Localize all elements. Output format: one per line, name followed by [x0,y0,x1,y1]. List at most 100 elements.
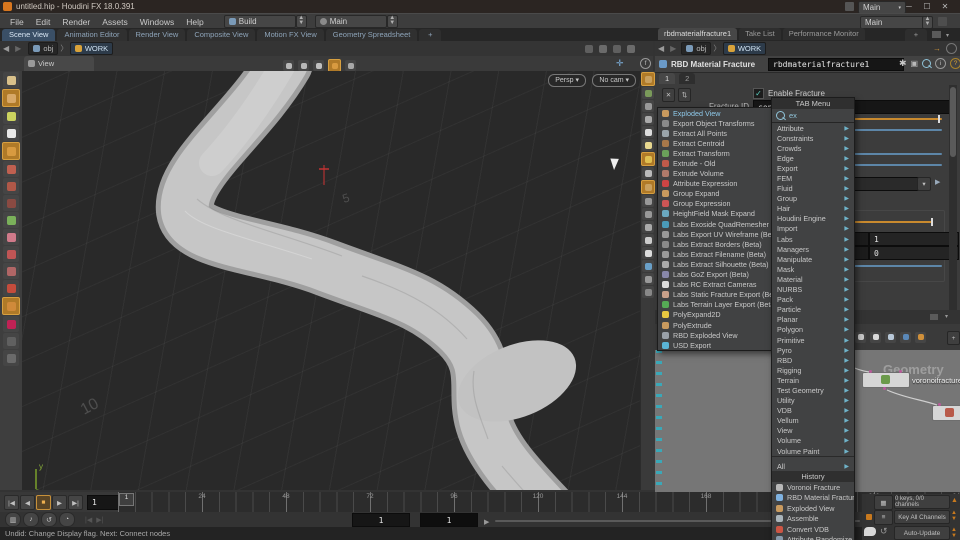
help-flag-icon[interactable]: f [640,58,651,69]
minimize-button[interactable]: ─ [902,2,916,11]
vec1-cell-2[interactable]: 1 [869,232,959,246]
tab-menu-search[interactable]: ex [772,109,854,123]
loop-icon[interactable]: ↺ [41,512,57,527]
menu-help[interactable]: Help [180,17,209,27]
rotate-tool-icon[interactable] [3,108,19,124]
tab-category-nurbs[interactable]: NURBS ▶ [772,285,854,295]
tool-menu-item-heightfield-mask-expand[interactable]: HeightField Mask Expand [658,209,776,219]
history-item-rbd-material-fracture[interactable]: RBD Material Fracture [772,493,854,504]
tab-category-test-geometry[interactable]: Test Geometry ▶ [772,385,854,395]
net-color-icon[interactable] [900,331,911,343]
history-item-convert-vdb[interactable]: Convert VDB [772,524,854,535]
pane-tab-performance-monitor[interactable]: Performance Monitor [782,28,865,40]
message-bubble-icon[interactable] [864,527,876,536]
param-nav-back-icon[interactable]: ◀ [655,44,667,53]
mask-icon[interactable] [641,180,655,194]
menu-edit[interactable]: Edit [30,17,57,27]
tab-render-view[interactable]: Render View [128,29,186,41]
cloth-icon[interactable] [3,246,19,262]
pin-view-icon[interactable] [345,60,356,71]
split-icon[interactable] [613,44,621,53]
tool-menu-item-labs-export-uv-wireframe-beta-[interactable]: Labs Export UV Wireframe (Beta) [658,229,776,239]
key-spinner[interactable]: ▲ ▼ [951,510,957,522]
vec2-cell-2[interactable]: 0 [869,246,959,260]
dopesheet-icon[interactable]: ▦ [874,495,893,510]
pane-tab-take-list[interactable]: Take List [739,28,781,40]
node-name-field[interactable]: rbdmaterialfracture1 [768,58,904,71]
tab-category-utility[interactable]: Utility ▶ [772,396,854,406]
tab-category-fem[interactable]: FEM ▶ [772,173,854,183]
node-input-dot[interactable] [938,403,941,406]
tab-category-attribute[interactable]: Attribute ▶ [772,123,854,133]
param-nav-forward-icon[interactable]: ▶ [667,44,679,53]
shade-icon[interactable] [641,152,655,166]
realtime-icon[interactable]: ◔ [59,512,75,527]
tab-category-export[interactable]: Export ▶ [772,163,854,173]
tool-menu-item-usd-export[interactable]: USD Export [658,340,776,350]
desktop-grid-icon[interactable] [845,2,854,11]
point-icon[interactable] [642,167,654,179]
param-path-root[interactable]: obj [681,42,712,55]
tab-category-fluid[interactable]: Fluid ▶ [772,184,854,194]
tab-category-volume[interactable]: Volume ▶ [772,436,854,446]
pin-arrow-icon[interactable]: → [933,44,941,53]
main-combo[interactable]: Main [314,15,387,28]
node-partial[interactable] [932,403,960,421]
tool-menu-item-group-expression[interactable]: Group Expression [658,199,776,209]
tool-menu-item-labs-static-fracture-export-beta-[interactable]: Labs Static Fracture Export (Beta) [658,290,776,300]
play-button[interactable]: ▶ [52,495,67,510]
tool-menu-item-extrude-volume[interactable]: Extrude Volume [658,169,776,179]
grid-snap-icon[interactable] [642,87,654,99]
swap-view-icon[interactable] [313,60,324,71]
main-spinner[interactable]: ▲ ▼ [386,15,398,28]
node-input-dot[interactable] [869,370,872,373]
nav-back-icon[interactable]: ◀ [0,44,12,53]
tab-composite-view[interactable]: Composite View [187,29,256,41]
tab-scene-view[interactable]: Scene View [2,29,56,41]
tab-category-planar[interactable]: Planar ▶ [772,315,854,325]
tool-menu-item-extrude-old[interactable]: Extrude - Old [658,158,776,168]
pen-icon[interactable] [642,247,654,259]
history-item-assemble[interactable]: Assemble [772,514,854,525]
crowd-icon[interactable] [3,333,19,349]
param-path-node[interactable]: WORK [722,42,767,55]
pointer-icon[interactable] [3,125,19,141]
tab-category-volume-paint[interactable]: Volume Paint ▶ [772,446,854,456]
bulb-icon[interactable] [642,139,654,151]
tool-menu-item-labs-extract-borders-beta-[interactable]: Labs Extract Borders (Beta) [658,239,776,249]
stowed-pane-strip[interactable] [656,350,662,492]
param-close-button[interactable]: ✕ [662,88,675,102]
light-icon[interactable] [642,126,654,138]
history-item-voronoi-fracture[interactable]: Voronoi Fracture [772,482,854,493]
stop-button[interactable]: ■ [36,495,51,510]
tab-category-particle[interactable]: Particle ▶ [772,305,854,315]
net-window-icon[interactable] [870,331,881,343]
param-help-icon[interactable] [946,43,957,54]
playhead[interactable]: 1 [119,493,134,506]
key-menu-icon[interactable]: ≡ [874,510,893,525]
key-all-channels-button[interactable]: Key All Channels [894,510,950,524]
net-check-icon[interactable] [885,331,896,343]
path-root-chip[interactable]: obj [28,42,59,55]
path-node-chip[interactable]: WORK [69,42,114,55]
tool-menu-item-extract-all-points[interactable]: Extract All Points [658,128,776,138]
tab-animation-editor[interactable]: Animation Editor [57,29,127,41]
pane-menu-icon[interactable]: ▾ [946,32,949,39]
maximize-pane-icon[interactable] [627,44,635,53]
tab-category-pyro[interactable]: Pyro ▶ [772,345,854,355]
tab-geometry-spreadsheet[interactable]: Geometry Spreadsheet [325,29,418,41]
flipbook-icon[interactable]: ▥ [5,512,21,527]
tab-category-polygon[interactable]: Polygon ▶ [772,325,854,335]
close-button[interactable]: ✕ [938,2,952,11]
tool-menu-item-labs-extract-silhouette-beta-[interactable]: Labs Extract Silhouette (Beta) [658,259,776,269]
search-icon[interactable] [922,59,932,68]
tab-category-labs[interactable]: Labs ▶ [772,234,854,244]
slider-handle-1[interactable] [938,115,940,123]
tab-category-rigging[interactable]: Rigging ▶ [772,365,854,375]
frame-icon[interactable]: ▣ [911,59,919,68]
tab-category-constraints[interactable]: Constraints ▶ [772,133,854,143]
tool-menu-item-group-expand[interactable]: Group Expand [658,189,776,199]
shelf-icon[interactable] [2,297,20,315]
import-view-icon[interactable] [298,60,309,71]
pane-max-icon[interactable] [932,31,941,38]
